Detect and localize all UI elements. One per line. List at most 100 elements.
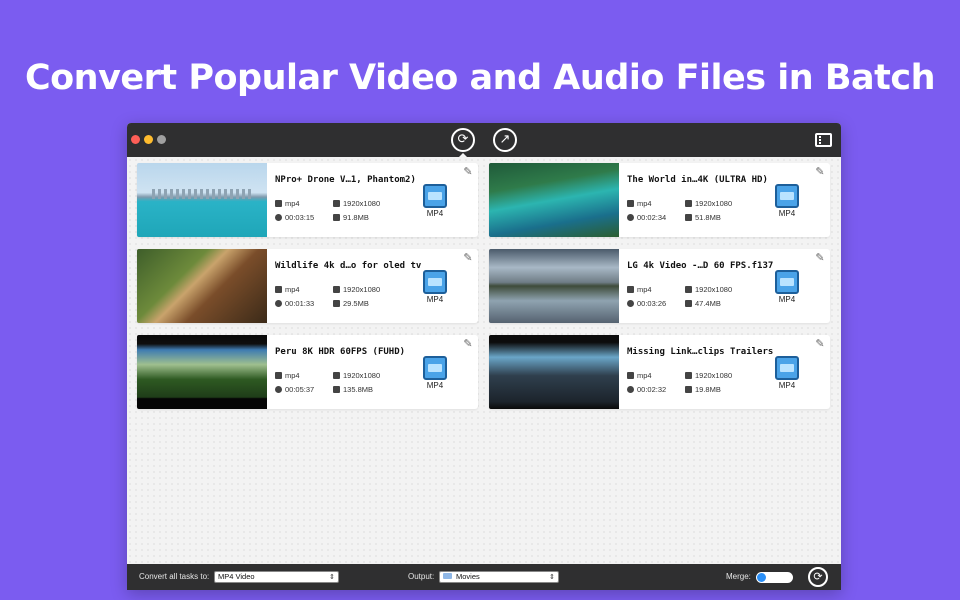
pencil-icon[interactable]: ✎: [814, 166, 826, 178]
pencil-icon[interactable]: ✎: [462, 252, 474, 264]
clock-icon: [275, 386, 282, 393]
video-card[interactable]: The World in…4K (ULTRA HD) mp4 1920x1080…: [489, 163, 830, 237]
clock-icon: [275, 214, 282, 221]
mp4-format-icon[interactable]: [423, 184, 447, 208]
output-value: Movies: [456, 572, 480, 581]
clock-icon: [627, 386, 634, 393]
film-icon: [275, 372, 282, 379]
title-bar: ⟳ ↗: [127, 123, 841, 158]
folder-icon: [443, 573, 452, 579]
clock-icon: [275, 300, 282, 307]
video-resolution: 1920x1080: [685, 285, 732, 294]
video-duration: 00:03:15: [275, 213, 314, 222]
download-icon: [333, 214, 340, 221]
video-resolution: 1920x1080: [333, 285, 380, 294]
film-icon: [275, 200, 282, 207]
video-thumbnail[interactable]: [137, 163, 267, 237]
output-format-label[interactable]: MP4: [775, 381, 799, 390]
video-format: mp4: [627, 285, 652, 294]
convert-all-label: Convert all tasks to:: [139, 572, 210, 581]
chevron-updown-icon: ⇕: [549, 573, 555, 581]
film-icon: [275, 286, 282, 293]
output-format-label[interactable]: MP4: [423, 209, 447, 218]
output-format-label[interactable]: MP4: [775, 209, 799, 218]
minimize-window-button[interactable]: [144, 135, 153, 144]
download-icon: [685, 386, 692, 393]
video-size: 91.8MB: [333, 213, 369, 222]
video-size: 19.8MB: [685, 385, 721, 394]
monitor-icon: [333, 200, 340, 207]
mp4-format-icon[interactable]: [775, 356, 799, 380]
pencil-icon[interactable]: ✎: [814, 338, 826, 350]
convert-all-select[interactable]: MP4 Video ⇕: [214, 571, 339, 583]
video-format: mp4: [627, 199, 652, 208]
film-icon: [627, 286, 634, 293]
merge-label: Merge:: [726, 572, 751, 581]
video-size: 47.4MB: [685, 299, 721, 308]
output-select[interactable]: Movies ⇕: [439, 571, 559, 583]
video-thumbnail[interactable]: [489, 163, 619, 237]
video-card[interactable]: LG 4k Video -…D 60 FPS.f137 mp4 1920x108…: [489, 249, 830, 323]
chevron-updown-icon: ⇕: [329, 573, 335, 581]
video-size: 51.8MB: [685, 213, 721, 222]
monitor-icon: [685, 372, 692, 379]
pencil-icon[interactable]: ✎: [462, 166, 474, 178]
video-duration: 00:01:33: [275, 299, 314, 308]
video-resolution: 1920x1080: [333, 199, 380, 208]
page-headline: Convert Popular Video and Audio Files in…: [24, 58, 936, 98]
merge-toggle[interactable]: [756, 572, 793, 583]
video-format: mp4: [275, 371, 300, 380]
video-thumbnail[interactable]: [137, 249, 267, 323]
video-format: mp4: [627, 371, 652, 380]
download-icon: [685, 300, 692, 307]
mp4-format-icon[interactable]: [423, 270, 447, 294]
app-window: ⟳ ↗ NPro+ Drone V…1, Phantom2) mp4 1920x…: [127, 123, 841, 590]
mp4-format-icon[interactable]: [775, 184, 799, 208]
video-card[interactable]: Missing Link…clips Trailers mp4 1920x108…: [489, 335, 830, 409]
bottom-bar: Convert all tasks to: MP4 Video ⇕ Output…: [127, 564, 841, 590]
video-thumbnail[interactable]: [489, 249, 619, 323]
download-icon: [333, 300, 340, 307]
video-resolution: 1920x1080: [333, 371, 380, 380]
share-icon[interactable]: ↗: [493, 128, 517, 152]
video-format: mp4: [275, 285, 300, 294]
zoom-window-button[interactable]: [157, 135, 166, 144]
video-size: 135.8MB: [333, 385, 373, 394]
pencil-icon[interactable]: ✎: [814, 252, 826, 264]
convert-start-icon[interactable]: ⟳: [808, 567, 828, 587]
output-label: Output:: [408, 572, 435, 581]
monitor-icon: [333, 286, 340, 293]
video-card[interactable]: Wildlife 4k d…o for oled tv mp4 1920x108…: [137, 249, 478, 323]
output-format-label[interactable]: MP4: [423, 381, 447, 390]
monitor-icon: [685, 286, 692, 293]
video-thumbnail[interactable]: [137, 335, 267, 409]
video-duration: 00:05:37: [275, 385, 314, 394]
output-format-label[interactable]: MP4: [775, 295, 799, 304]
video-resolution: 1920x1080: [685, 371, 732, 380]
video-list: NPro+ Drone V…1, Phantom2) mp4 1920x1080…: [127, 157, 841, 564]
monitor-icon: [333, 372, 340, 379]
pencil-icon[interactable]: ✎: [462, 338, 474, 350]
film-strip-icon[interactable]: [815, 133, 832, 147]
close-window-button[interactable]: [131, 135, 140, 144]
mp4-format-icon[interactable]: [423, 356, 447, 380]
video-duration: 00:02:32: [627, 385, 666, 394]
video-card[interactable]: NPro+ Drone V…1, Phantom2) mp4 1920x1080…: [137, 163, 478, 237]
output-format-label[interactable]: MP4: [423, 295, 447, 304]
film-icon: [627, 200, 634, 207]
monitor-icon: [685, 200, 692, 207]
video-duration: 00:02:34: [627, 213, 666, 222]
video-duration: 00:03:26: [627, 299, 666, 308]
video-card[interactable]: Peru 8K HDR 60FPS (FUHD) mp4 1920x1080 0…: [137, 335, 478, 409]
video-size: 29.5MB: [333, 299, 369, 308]
convert-icon[interactable]: ⟳: [451, 128, 475, 152]
clock-icon: [627, 300, 634, 307]
video-thumbnail[interactable]: [489, 335, 619, 409]
convert-all-value: MP4 Video: [218, 572, 255, 581]
mp4-format-icon[interactable]: [775, 270, 799, 294]
video-resolution: 1920x1080: [685, 199, 732, 208]
download-icon: [333, 386, 340, 393]
download-icon: [685, 214, 692, 221]
film-icon: [627, 372, 634, 379]
video-format: mp4: [275, 199, 300, 208]
